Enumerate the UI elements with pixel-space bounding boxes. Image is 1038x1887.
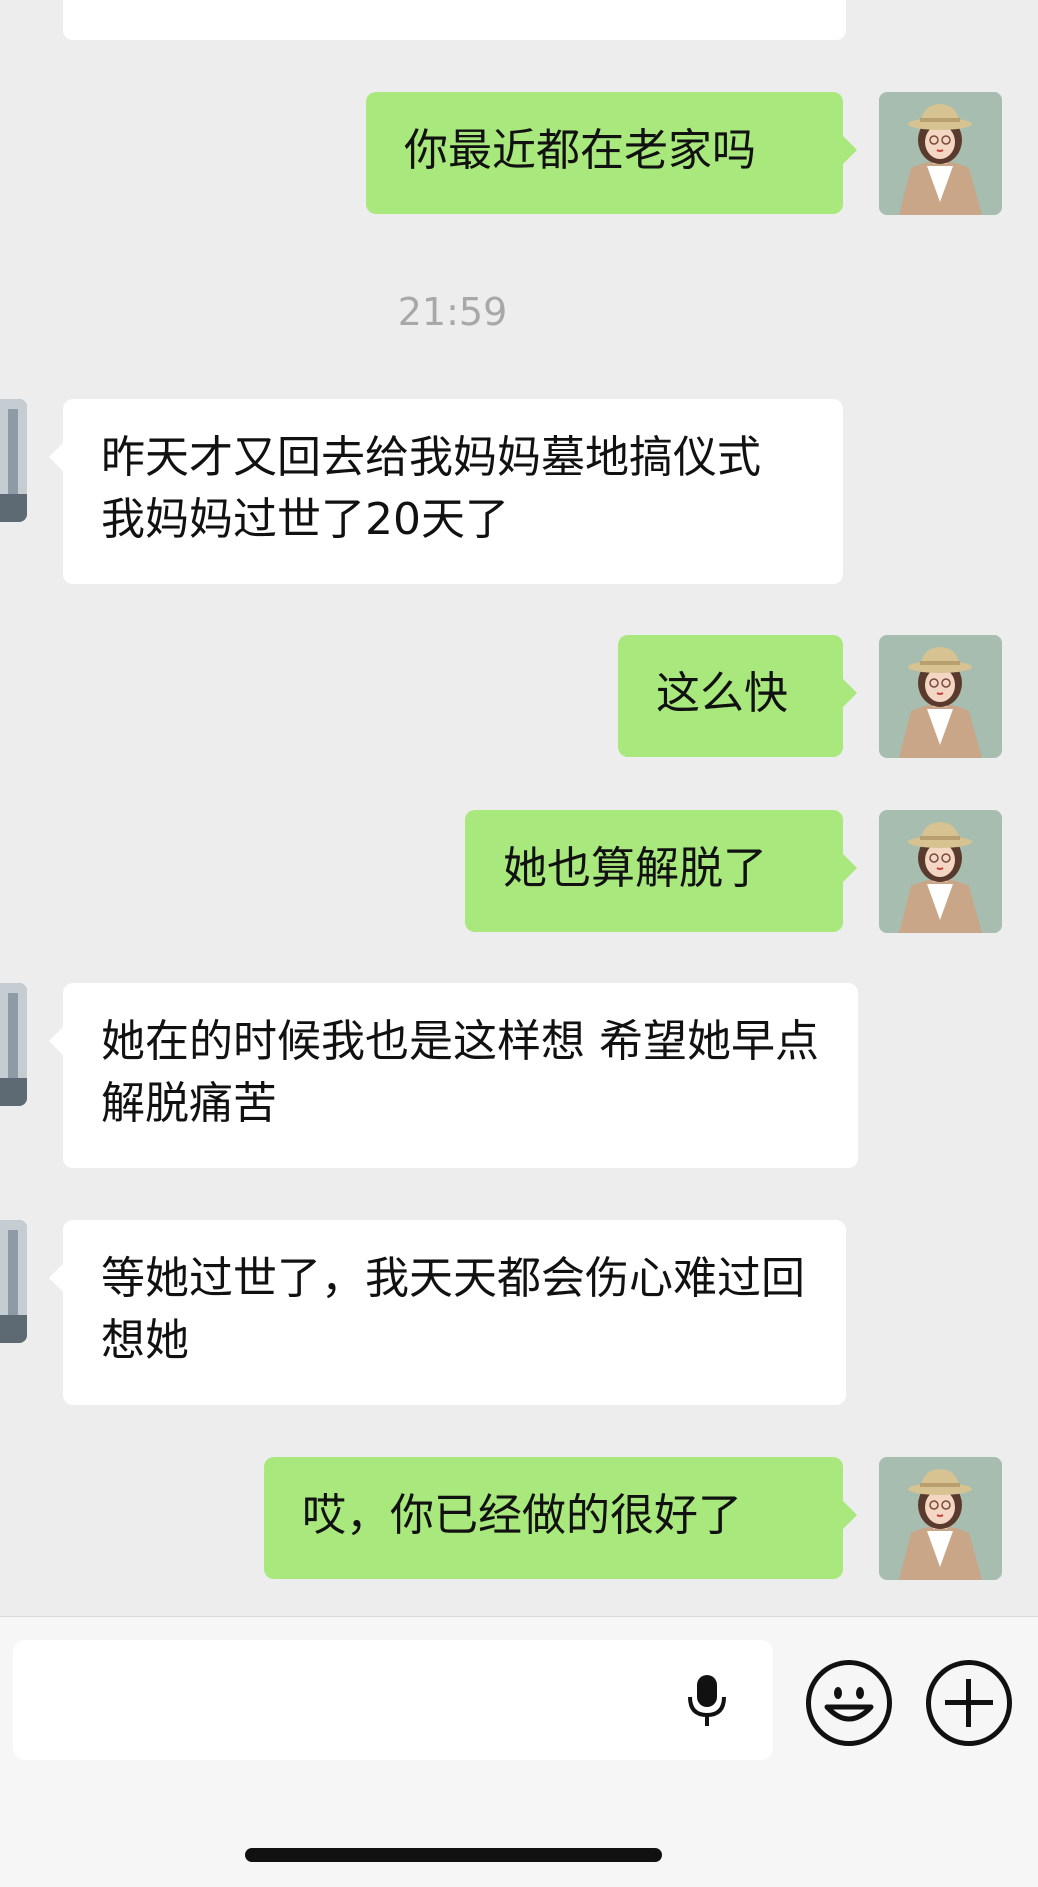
emoji-button[interactable] (806, 1660, 892, 1746)
contact-avatar[interactable] (0, 1220, 27, 1343)
message-text: 哎，你已经做的很好了 (302, 1490, 742, 1541)
message-bubble-incoming[interactable]: 她在的时候我也是这样想 希望她早点解脱痛苦 (49, 983, 858, 1168)
microphone-icon[interactable] (685, 1673, 729, 1729)
message-bubble-outgoing[interactable]: 你最近都在老家吗 (366, 92, 857, 214)
message-bubble-incoming[interactable]: 等她过世了，我天天都会伤心难过回想她 (49, 1220, 846, 1405)
my-avatar[interactable] (879, 635, 1002, 758)
avatar-image (0, 399, 27, 522)
emoji-icon (824, 1687, 874, 1722)
avatar-image (0, 983, 27, 1106)
my-avatar[interactable] (879, 810, 1002, 933)
avatar-image (879, 810, 1002, 933)
avatar-image (879, 635, 1002, 758)
message-text: 等她过世了，我天天都会伤心难过回想她 (101, 1253, 805, 1366)
avatar-image (879, 1457, 1002, 1580)
avatar-image (879, 92, 1002, 215)
message-text: 你最近都在老家吗 (404, 125, 756, 176)
home-indicator[interactable] (245, 1848, 662, 1862)
message-bubble-incoming[interactable] (63, 0, 846, 40)
message-text: 昨天才又回去给我妈妈墓地搞仪式 我妈妈过世了20天了 (101, 432, 761, 545)
contact-avatar[interactable] (0, 983, 27, 1106)
message-bubble-incoming[interactable]: 昨天才又回去给我妈妈墓地搞仪式 我妈妈过世了20天了 (49, 399, 843, 584)
more-button[interactable] (926, 1660, 1012, 1746)
message-text: 她在的时候我也是这样想 希望她早点解脱痛苦 (101, 1016, 819, 1129)
message-text: 这么快 (656, 668, 788, 719)
message-bubble-outgoing[interactable]: 她也算解脱了 (465, 810, 857, 932)
my-avatar[interactable] (879, 1457, 1002, 1580)
avatar-image (0, 1220, 27, 1343)
input-bar (0, 1616, 1038, 1887)
message-input[interactable] (13, 1640, 773, 1760)
message-text: 她也算解脱了 (503, 843, 767, 894)
chat-area[interactable]: 你最近都在老家吗 21:59 昨天才又回去给我妈妈墓地搞仪式 我妈妈过世了20天… (0, 0, 1038, 1616)
my-avatar[interactable] (879, 92, 1002, 215)
message-bubble-outgoing[interactable]: 这么快 (618, 635, 857, 757)
plus-icon (945, 1679, 993, 1727)
message-bubble-outgoing[interactable]: 哎，你已经做的很好了 (264, 1457, 857, 1579)
message-timestamp: 21:59 (397, 290, 508, 334)
contact-avatar[interactable] (0, 399, 27, 522)
